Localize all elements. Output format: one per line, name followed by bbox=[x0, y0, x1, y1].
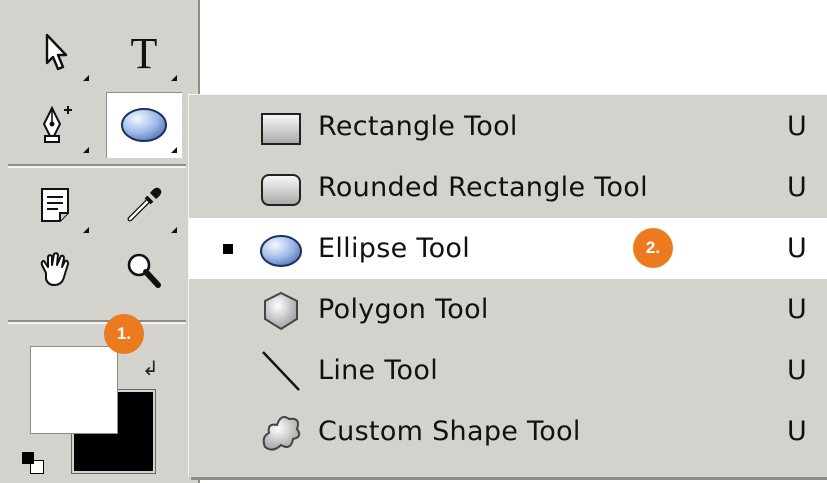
submenu-corner-icon bbox=[171, 147, 177, 153]
toolbox-separator bbox=[8, 164, 186, 168]
selected-check-icon bbox=[223, 243, 233, 254]
default-colors-icon[interactable] bbox=[22, 452, 48, 476]
hand-tool[interactable] bbox=[18, 238, 94, 304]
menu-item-shortcut: U bbox=[787, 416, 807, 447]
menu-item-shortcut: U bbox=[787, 233, 807, 264]
swap-colors-icon[interactable]: ↲ bbox=[142, 356, 159, 380]
polygon-icon bbox=[264, 291, 298, 331]
menu-item-label: Custom Shape Tool bbox=[318, 416, 581, 447]
step-2-badge: 2. bbox=[633, 228, 673, 268]
submenu-corner-icon bbox=[83, 227, 89, 233]
hand-tool-icon bbox=[40, 252, 69, 286]
type-tool-icon: T bbox=[130, 28, 158, 78]
menu-item-label: Rectangle Tool bbox=[318, 111, 518, 142]
rounded-rectangle-icon bbox=[261, 174, 301, 206]
menu-item-ellipse-tool[interactable]: Ellipse Tool 2. U bbox=[189, 218, 827, 279]
ellipse-tool-icon bbox=[121, 108, 167, 142]
menu-item-label: Rounded Rectangle Tool bbox=[318, 172, 648, 203]
menu-check bbox=[223, 427, 233, 437]
zoom-tool-icon bbox=[127, 253, 161, 288]
pen-tool[interactable] bbox=[18, 92, 94, 158]
rectangle-icon bbox=[261, 113, 301, 145]
menu-item-polygon-tool[interactable]: Polygon Tool U bbox=[189, 279, 827, 340]
menu-item-rounded-rectangle-tool[interactable]: Rounded Rectangle Tool U bbox=[189, 157, 827, 218]
eyedropper-tool-icon bbox=[127, 187, 162, 222]
shape-tools-flyout-menu: Rectangle Tool U Rounded Rectangle Tool … bbox=[188, 94, 827, 477]
menu-item-line-tool[interactable]: Line Tool U bbox=[189, 340, 827, 401]
eyedropper-tool[interactable] bbox=[106, 172, 182, 238]
step-1-badge: 1. bbox=[104, 314, 144, 354]
menu-item-rectangle-tool[interactable]: Rectangle Tool U bbox=[189, 96, 827, 157]
toolbox-separator bbox=[8, 320, 186, 324]
submenu-corner-icon bbox=[171, 227, 177, 233]
pen-tool-icon bbox=[42, 105, 72, 143]
menu-item-custom-shape-tool[interactable]: Custom Shape Tool U bbox=[189, 401, 827, 462]
menu-check bbox=[223, 366, 233, 376]
selection-arrow-icon bbox=[45, 33, 68, 71]
toolbox-panel: T ↲ 1. bbox=[0, 0, 200, 483]
submenu-corner-icon bbox=[171, 75, 177, 81]
notes-tool-icon bbox=[41, 188, 69, 222]
menu-check bbox=[223, 305, 233, 315]
menu-check bbox=[223, 183, 233, 193]
submenu-corner-icon bbox=[83, 147, 89, 153]
menu-item-shortcut: U bbox=[787, 355, 807, 386]
move-selection-tool[interactable] bbox=[18, 20, 94, 86]
menu-item-label: Polygon Tool bbox=[318, 294, 489, 325]
type-tool[interactable]: T bbox=[106, 20, 182, 86]
menu-item-shortcut: U bbox=[787, 294, 807, 325]
zoom-tool[interactable] bbox=[106, 238, 182, 304]
menu-item-shortcut: U bbox=[787, 111, 807, 142]
line-icon bbox=[262, 351, 300, 391]
menu-check bbox=[223, 122, 233, 132]
menu-item-label: Line Tool bbox=[318, 355, 438, 386]
notes-tool[interactable] bbox=[18, 172, 94, 238]
menu-item-label: Ellipse Tool bbox=[318, 233, 471, 264]
menu-item-shortcut: U bbox=[787, 172, 807, 203]
shape-tool-selected[interactable] bbox=[106, 92, 182, 158]
ellipse-icon bbox=[260, 235, 302, 267]
foreground-color-swatch[interactable] bbox=[30, 346, 118, 434]
custom-shape-icon bbox=[262, 416, 301, 451]
submenu-corner-icon bbox=[83, 75, 89, 81]
